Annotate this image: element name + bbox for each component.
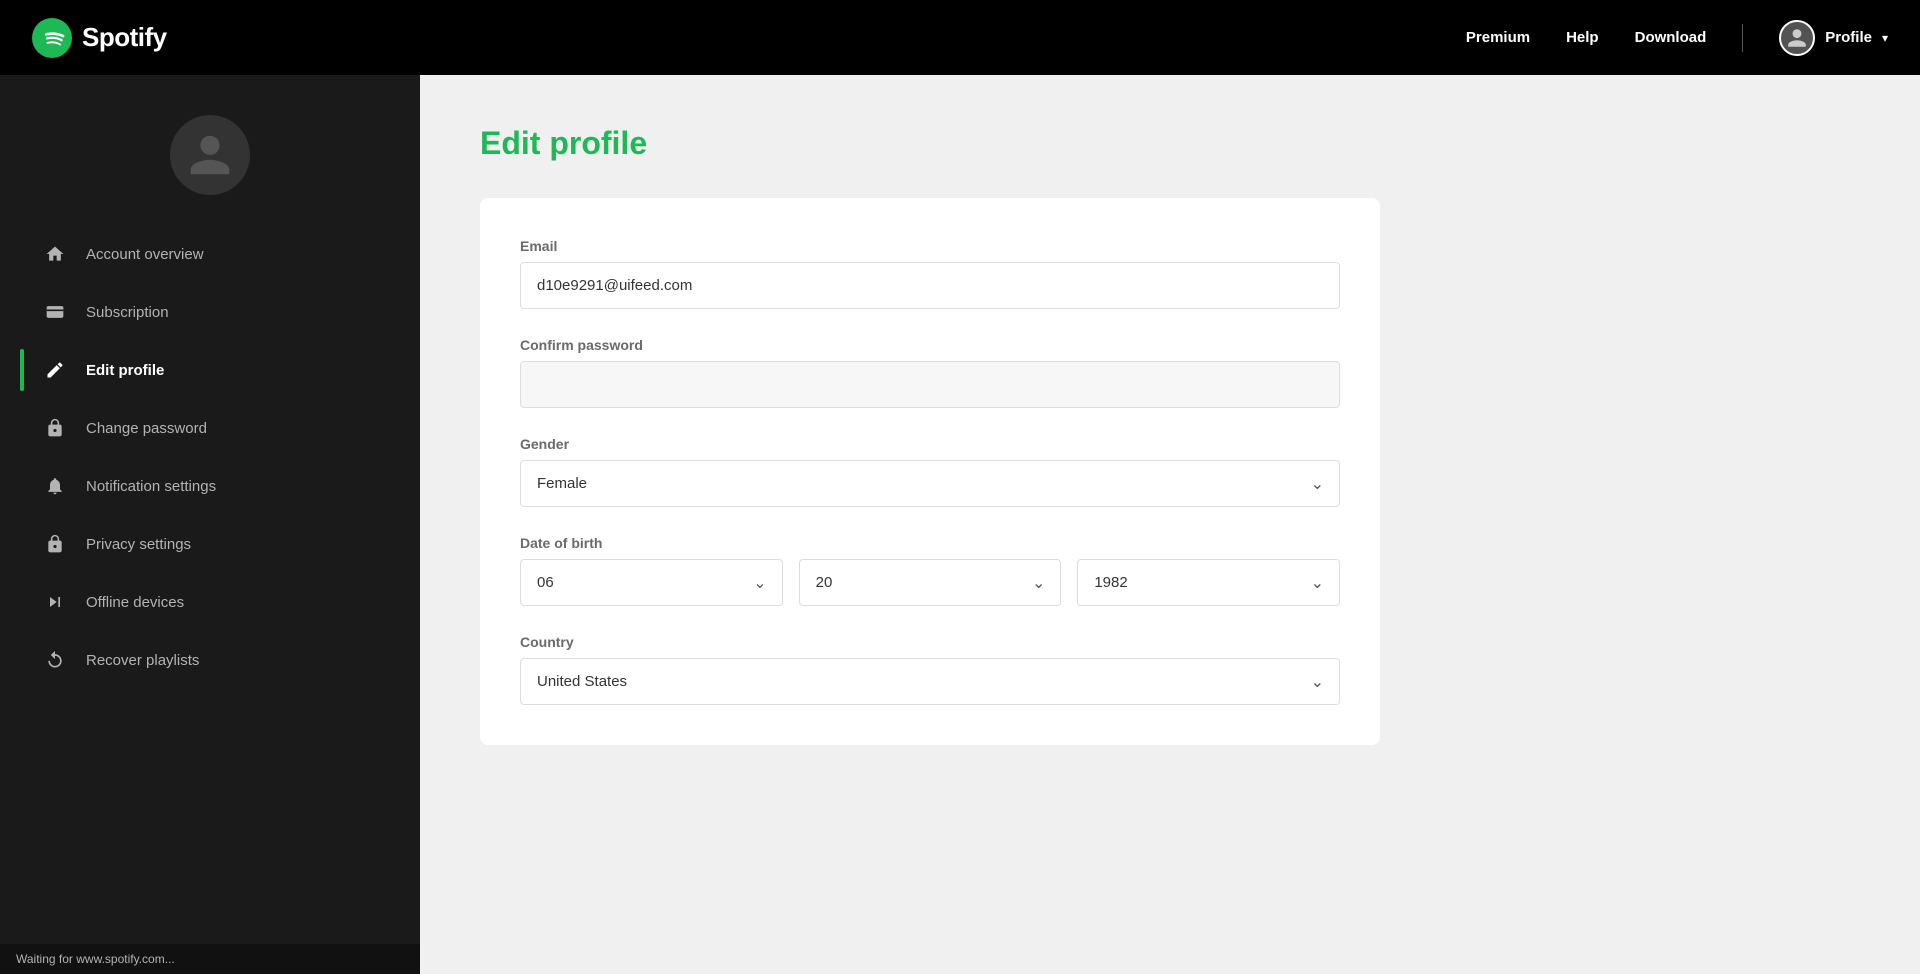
lock-icon xyxy=(44,417,66,439)
sidebar-item-change-password[interactable]: Change password xyxy=(20,399,400,457)
dob-day-wrapper: 010510 15202531 ⌄ xyxy=(799,559,1062,606)
profile-icon xyxy=(1779,20,1815,56)
sidebar-nav: Account overview Subscription Edit profi… xyxy=(0,225,420,689)
main-layout: Account overview Subscription Edit profi… xyxy=(0,0,1920,974)
edit-profile-form: Email Confirm password Gender Male Femal… xyxy=(480,198,1380,745)
sidebar-label-account-overview: Account overview xyxy=(86,246,204,263)
dob-month-wrapper: 010203 040506 070809 101112 ⌄ xyxy=(520,559,783,606)
home-icon xyxy=(44,243,66,265)
sidebar-item-recover-playlists[interactable]: Recover playlists xyxy=(20,631,400,689)
country-label: Country xyxy=(520,634,1340,650)
profile-label: Profile xyxy=(1825,29,1872,46)
gender-select-wrapper: Male Female Non-binary Prefer not to say… xyxy=(520,460,1340,507)
subscription-icon xyxy=(44,301,66,323)
nav-right: Premium Help Download Profile ▾ xyxy=(1466,20,1888,56)
sidebar-label-notification-settings: Notification settings xyxy=(86,478,216,495)
confirm-password-label: Confirm password xyxy=(520,337,1340,353)
country-select[interactable]: United States United Kingdom Canada xyxy=(520,658,1340,705)
dob-group: Date of birth 010203 040506 070809 10111… xyxy=(520,535,1340,606)
confirm-password-group: Confirm password xyxy=(520,337,1340,408)
help-link[interactable]: Help xyxy=(1566,29,1599,46)
sidebar-item-subscription[interactable]: Subscription xyxy=(20,283,400,341)
sidebar-item-privacy-settings[interactable]: Privacy settings xyxy=(20,515,400,573)
gender-label: Gender xyxy=(520,436,1340,452)
sidebar-label-edit-profile: Edit profile xyxy=(86,362,164,379)
email-input[interactable] xyxy=(520,262,1340,309)
profile-menu[interactable]: Profile ▾ xyxy=(1779,20,1888,56)
recover-icon xyxy=(44,649,66,671)
dob-year-wrapper: 198019811982 198319902000 ⌄ xyxy=(1077,559,1340,606)
sidebar: Account overview Subscription Edit profi… xyxy=(0,75,420,974)
gender-select[interactable]: Male Female Non-binary Prefer not to say xyxy=(520,460,1340,507)
premium-link[interactable]: Premium xyxy=(1466,29,1530,46)
privacy-lock-icon xyxy=(44,533,66,555)
sidebar-avatar xyxy=(170,115,250,195)
sidebar-item-notification-settings[interactable]: Notification settings xyxy=(20,457,400,515)
sidebar-item-edit-profile[interactable]: Edit profile xyxy=(20,341,400,399)
sidebar-label-offline-devices: Offline devices xyxy=(86,594,184,611)
confirm-password-input[interactable] xyxy=(520,361,1340,408)
status-bar: Waiting for www.spotify.com... xyxy=(0,944,420,974)
nav-divider xyxy=(1742,24,1743,52)
status-text: Waiting for www.spotify.com... xyxy=(16,952,175,966)
sidebar-label-privacy-settings: Privacy settings xyxy=(86,536,191,553)
dob-month-select[interactable]: 010203 040506 070809 101112 xyxy=(520,559,783,606)
bell-icon xyxy=(44,475,66,497)
page-title: Edit profile xyxy=(480,125,1860,162)
country-select-wrapper: United States United Kingdom Canada ⌄ xyxy=(520,658,1340,705)
dob-day-select[interactable]: 010510 15202531 xyxy=(799,559,1062,606)
main-content: Edit profile Email Confirm password Gend… xyxy=(420,75,1920,974)
dob-label: Date of birth xyxy=(520,535,1340,551)
sidebar-label-subscription: Subscription xyxy=(86,304,169,321)
sidebar-label-change-password: Change password xyxy=(86,420,207,437)
profile-chevron-icon: ▾ xyxy=(1882,31,1888,45)
gender-group: Gender Male Female Non-binary Prefer not… xyxy=(520,436,1340,507)
country-group: Country United States United Kingdom Can… xyxy=(520,634,1340,705)
logo-text: Spotify xyxy=(82,22,167,53)
sidebar-label-recover-playlists: Recover playlists xyxy=(86,652,199,669)
sidebar-item-account-overview[interactable]: Account overview xyxy=(20,225,400,283)
offline-devices-icon xyxy=(44,591,66,613)
sidebar-item-offline-devices[interactable]: Offline devices xyxy=(20,573,400,631)
top-navigation: Spotify Premium Help Download Profile ▾ xyxy=(0,0,1920,75)
email-label: Email xyxy=(520,238,1340,254)
dob-row: 010203 040506 070809 101112 ⌄ 010510 152… xyxy=(520,559,1340,606)
dob-year-select[interactable]: 198019811982 198319902000 xyxy=(1077,559,1340,606)
logo[interactable]: Spotify xyxy=(32,18,167,58)
download-link[interactable]: Download xyxy=(1635,29,1707,46)
email-group: Email xyxy=(520,238,1340,309)
edit-icon xyxy=(44,359,66,381)
